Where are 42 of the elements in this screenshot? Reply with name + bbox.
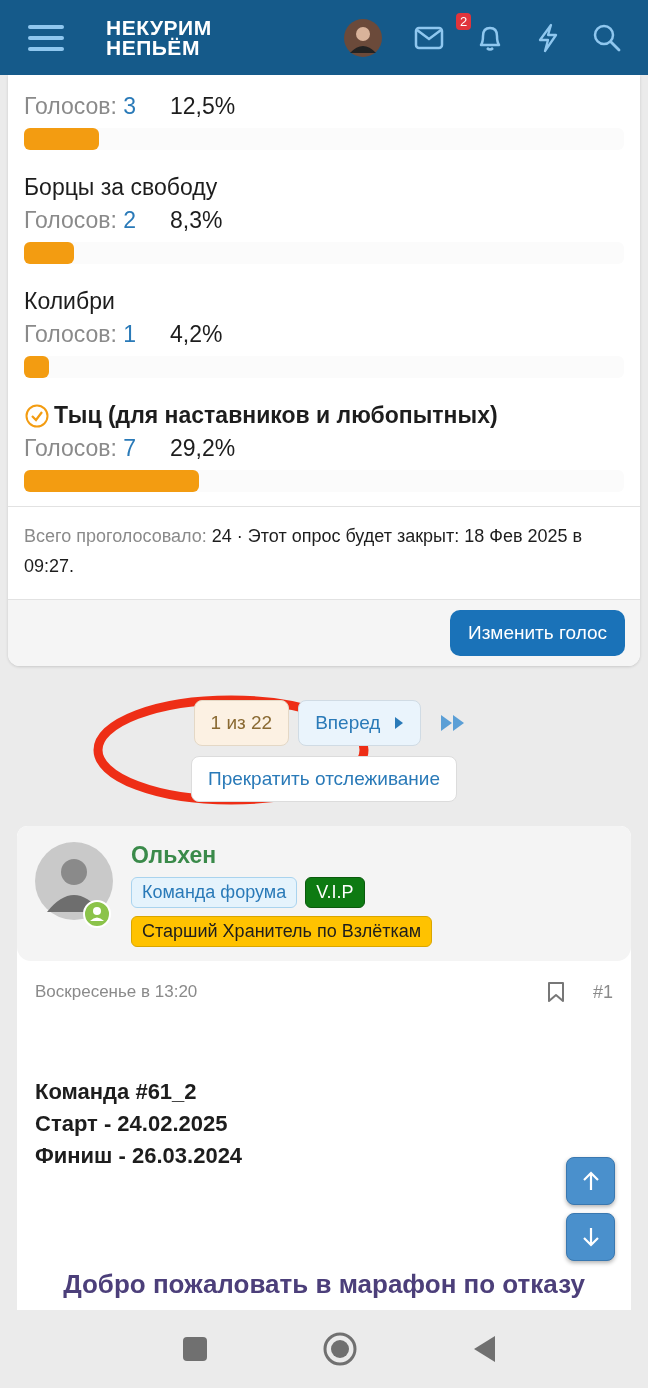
author-name[interactable]: Ольхен	[131, 842, 491, 869]
option-name: Тыц (для наставников и любопытных)	[54, 402, 498, 429]
logo-text: НЕКУРИМ	[106, 17, 212, 38]
vote-count: Голосов: 2	[24, 207, 137, 234]
mail-icon[interactable]	[414, 25, 444, 50]
logo-text: НЕПЬЁМ	[106, 37, 201, 58]
user-badge: Команда форума	[131, 877, 298, 908]
user-badge: V.I.P	[305, 877, 365, 908]
vote-count: Голосов: 3	[24, 93, 137, 120]
caret-icon	[394, 717, 405, 729]
page-indicator[interactable]: 1 из 22	[193, 700, 290, 746]
post-text: Финиш - 26.03.2024	[35, 1143, 243, 1169]
vote-percent: 29,2%	[170, 435, 236, 462]
menu-icon[interactable]	[28, 23, 64, 52]
vote-count: Голосов: 1	[24, 321, 137, 348]
lightning-icon[interactable]	[536, 22, 560, 53]
user-badge: Старший Хранитель по Взлёткам	[131, 916, 433, 947]
option-name: Борцы за свободу	[24, 174, 218, 201]
next-page-button[interactable]: Вперед	[298, 700, 422, 746]
post-text: Команда #61_2	[35, 1079, 197, 1105]
vote-count: Голосов: 7	[24, 435, 137, 462]
post-date[interactable]: Воскресенье в 13:20	[35, 982, 198, 1002]
option-name: Колибри	[24, 288, 115, 315]
notification-count: 2	[456, 12, 472, 30]
search-icon[interactable]	[592, 22, 622, 53]
vote-percent: 4,2%	[170, 321, 223, 348]
vote-percent: 12,5%	[170, 93, 236, 120]
back-icon[interactable]	[473, 1335, 497, 1363]
scroll-down-button[interactable]	[566, 1213, 615, 1261]
bookmark-icon[interactable]	[546, 981, 565, 1003]
arrow-down-icon	[580, 1226, 601, 1248]
avatar[interactable]	[344, 18, 382, 57]
vote-percent: 8,3%	[170, 207, 223, 234]
home-icon[interactable]	[323, 1332, 357, 1366]
post-text: Старт - 24.02.2025	[35, 1111, 228, 1137]
recent-apps-icon[interactable]	[183, 1337, 207, 1361]
post-number[interactable]: #1	[592, 981, 613, 1003]
avatar[interactable]	[35, 842, 113, 920]
post-heading: Добро пожаловать в марафон по отказу	[62, 1269, 586, 1300]
change-vote-button[interactable]: Изменить голос	[450, 610, 625, 656]
unwatch-button[interactable]: Прекратить отслеживание	[190, 756, 457, 802]
scroll-up-button[interactable]	[566, 1157, 615, 1205]
